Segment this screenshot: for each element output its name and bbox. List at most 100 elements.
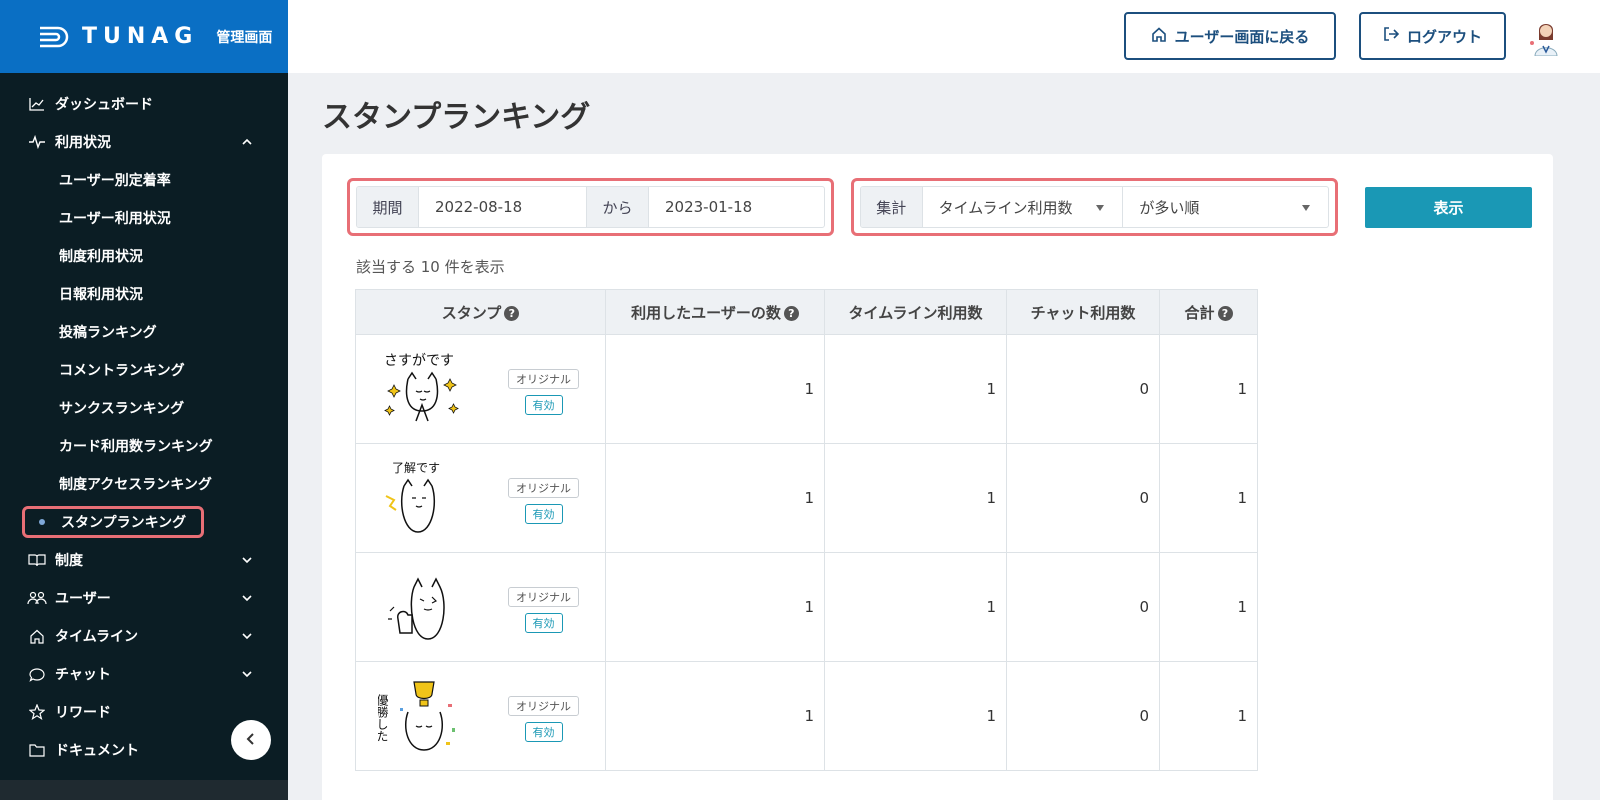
- logout-icon: [1383, 27, 1400, 45]
- order-select[interactable]: が多い順: [1123, 187, 1328, 227]
- timeline-cell: 1: [824, 661, 1007, 771]
- back-to-user-screen-button[interactable]: ユーザー画面に戻る: [1124, 12, 1336, 60]
- period-filter: 期間 2022-08-18 から 2023-01-18: [347, 178, 834, 236]
- chevron-down-icon: [240, 553, 254, 567]
- chevron-down-icon: [240, 591, 254, 605]
- timeline-cell: 1: [824, 334, 1007, 444]
- sidebar-subitem[interactable]: サンクスランキング: [0, 389, 288, 427]
- total-cell: 1: [1159, 661, 1258, 771]
- original-badge: オリジナル: [508, 587, 579, 607]
- sidebar-item-label: 利用状況: [55, 135, 111, 151]
- sidebar-item-label: チャット: [55, 667, 111, 683]
- table-row: 優勝した オリジナル 有効 1 1 0 1: [355, 661, 1258, 771]
- help-icon[interactable]: ?: [783, 305, 799, 321]
- button-label: ユーザー画面に戻る: [1174, 27, 1310, 46]
- show-button[interactable]: 表示: [1365, 187, 1532, 228]
- stamp-badges: オリジナル 有効: [508, 369, 579, 415]
- book-icon: [27, 550, 47, 570]
- button-label: ログアウト: [1406, 27, 1482, 46]
- original-badge: オリジナル: [508, 369, 579, 389]
- sidebar-subitem[interactable]: 投稿ランキング: [0, 313, 288, 351]
- chevron-up-icon: [240, 135, 254, 149]
- svg-text:了解です: 了解です: [392, 461, 440, 475]
- users-cell: 1: [605, 334, 825, 444]
- chevron-left-icon: [244, 731, 258, 750]
- table-header-row: スタンプ? 利用したユーザーの数? タイムライン利用数 チャット利用数 合計?: [355, 289, 1258, 335]
- logout-button[interactable]: ログアウト: [1359, 12, 1506, 60]
- order-select-value: が多い順: [1139, 198, 1200, 217]
- users-cell: 1: [605, 661, 825, 771]
- dropdown-caret-icon: [1302, 205, 1310, 211]
- total-cell: 1: [1159, 334, 1258, 444]
- total-cell: 1: [1159, 552, 1258, 662]
- column-header-total: 合計?: [1159, 289, 1258, 335]
- users-cell: 1: [605, 552, 825, 662]
- page-title: スタンプランキング: [322, 100, 591, 135]
- table-row: オリジナル 有効 1 1 0 1: [355, 552, 1258, 662]
- chat-cell: 0: [1006, 334, 1160, 444]
- chat-cell: 0: [1006, 661, 1160, 771]
- help-icon[interactable]: ?: [504, 305, 520, 321]
- collapse-sidebar-button[interactable]: [231, 720, 271, 760]
- svg-text:さすがです: さすがです: [384, 353, 454, 369]
- period-label: 期間: [357, 187, 419, 227]
- sidebar-item-label: スタンプランキング: [61, 515, 187, 531]
- sidebar-item-users[interactable]: ユーザー: [0, 579, 288, 617]
- aggregation-label: 集計: [861, 187, 923, 227]
- sidebar-item-label: タイムライン: [55, 629, 139, 645]
- brand-name: TUNAG: [82, 24, 199, 49]
- sidebar-subitem[interactable]: 制度利用状況: [0, 237, 288, 275]
- sidebar: TUNAG 管理画面 ダッシュボード 利用状況 ユーザー別定着率 ユーザー利用状…: [0, 0, 288, 800]
- sidebar-subitem[interactable]: ユーザー別定着率: [0, 161, 288, 199]
- sidebar-item-label: ユーザー: [55, 591, 111, 607]
- sidebar-subitem[interactable]: カード利用数ランキング: [0, 427, 288, 465]
- end-date-input[interactable]: 2023-01-18: [649, 187, 819, 227]
- sidebar-item-timeline[interactable]: タイムライン: [0, 617, 288, 655]
- folder-icon: [27, 740, 47, 760]
- sidebar-subitem[interactable]: ユーザー利用状況: [0, 199, 288, 237]
- chat-cell: 0: [1006, 552, 1160, 662]
- stamp-cell: オリジナル 有効: [355, 552, 606, 662]
- sidebar-item-usage[interactable]: 利用状況: [0, 123, 288, 161]
- original-badge: オリジナル: [508, 696, 579, 716]
- start-date-input[interactable]: 2022-08-18: [419, 187, 587, 227]
- metric-select[interactable]: タイムライン利用数: [923, 187, 1124, 227]
- help-icon[interactable]: ?: [1217, 305, 1233, 321]
- timeline-cell: 1: [824, 552, 1007, 662]
- header-label: スタンプ: [441, 303, 502, 322]
- sidebar-subitem-stamp-ranking[interactable]: スタンプランキング: [22, 506, 204, 538]
- chevron-down-icon: [240, 667, 254, 681]
- svg-text:優勝した: 優勝した: [378, 694, 389, 742]
- column-header-chat: チャット利用数: [1006, 289, 1160, 335]
- ranking-card: 期間 2022-08-18 から 2023-01-18 集計 タイムライン利用数…: [322, 154, 1553, 800]
- sidebar-item-label: リワード: [55, 705, 111, 721]
- total-cell: 1: [1159, 443, 1258, 553]
- brand-bar[interactable]: TUNAG 管理画面: [0, 0, 288, 73]
- cat-stamp-sasugadesu-image: さすがです: [384, 353, 459, 422]
- sidebar-item-system[interactable]: 制度: [0, 541, 288, 579]
- metric-select-value: タイムライン利用数: [938, 198, 1073, 217]
- stamp-cell: 了解です オリジナル 有効: [355, 443, 606, 553]
- dropdown-caret-icon: [1096, 205, 1105, 211]
- sidebar-item-dashboard[interactable]: ダッシュボード: [0, 85, 288, 123]
- column-header-users: 利用したユーザーの数?: [605, 289, 825, 335]
- original-badge: オリジナル: [508, 478, 579, 498]
- brand-subtitle: 管理画面: [216, 29, 273, 46]
- star-icon: [27, 702, 47, 722]
- sidebar-subitem[interactable]: コメントランキング: [0, 351, 288, 389]
- stamp-badges: オリジナル 有効: [508, 696, 579, 742]
- sidebar-item-chat[interactable]: チャット: [0, 655, 288, 693]
- cat-stamp-ryoukaidesu-image: 了解です: [385, 461, 440, 533]
- home-icon: [27, 626, 47, 646]
- column-header-timeline: タイムライン利用数: [824, 289, 1007, 335]
- sidebar-subitem[interactable]: 日報利用状況: [0, 275, 288, 313]
- sidebar-item-label: 制度: [55, 553, 83, 569]
- sidebar-subitem[interactable]: 制度アクセスランキング: [0, 465, 288, 503]
- valid-badge: 有効: [524, 504, 563, 524]
- tunag-logo-icon: [38, 26, 70, 48]
- stamp-cell: 優勝した オリジナル 有効: [355, 661, 606, 771]
- avatar[interactable]: [1526, 16, 1566, 57]
- valid-badge: 有効: [524, 722, 563, 742]
- chart-icon: [27, 94, 47, 114]
- table-row: 了解です オリジナル 有効 1 1 0 1: [355, 443, 1258, 553]
